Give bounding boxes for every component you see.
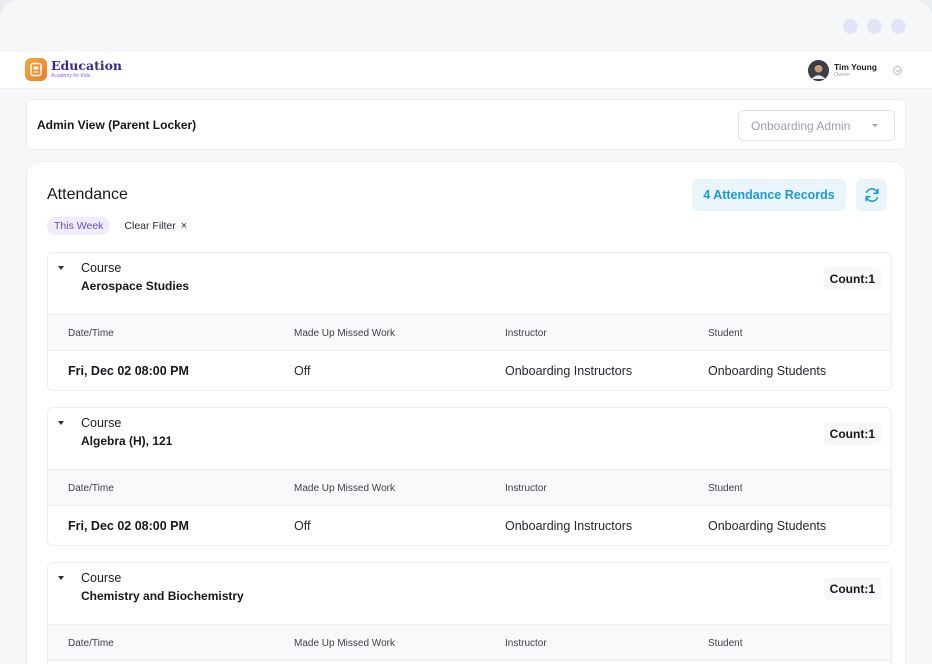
brand-logo[interactable]: Education Academy for Kids — [25, 58, 122, 81]
clear-filter-label: Clear Filter — [124, 220, 176, 232]
course-label: Course — [81, 261, 122, 275]
attendance-card: Attendance 4 Attendance Records This Wee… — [26, 161, 906, 664]
cell-datetime: Fri, Dec 02 08:00 PM — [68, 519, 189, 533]
column-header-student: Student — [708, 328, 743, 339]
course-group-header[interactable]: Course Algebra (H), 121 Count:1 — [48, 408, 891, 469]
column-header-datetime: Date/Time — [68, 638, 114, 649]
course-group: Course Chemistry and Biochemistry Count:… — [47, 562, 892, 664]
refresh-button[interactable] — [856, 179, 887, 211]
column-header-made-up: Made Up Missed Work — [294, 638, 395, 649]
course-group-header[interactable]: Course Aerospace Studies Count:1 — [48, 253, 891, 314]
collapse-toggle-icon[interactable] — [58, 576, 64, 580]
user-name: Tim Young — [834, 61, 877, 72]
window-dot-2[interactable] — [867, 19, 882, 34]
chevron-down-icon[interactable] — [893, 66, 902, 75]
admin-role-select-value: Onboarding Admin — [751, 118, 851, 133]
cell-instructor: Onboarding Instructors — [505, 364, 633, 378]
column-header-made-up: Made Up Missed Work — [294, 483, 395, 494]
count-badge: Count:1 — [823, 267, 881, 290]
avatar — [808, 60, 830, 81]
clear-filter-button[interactable]: Clear Filter × — [124, 220, 187, 232]
course-name: Aerospace Studies — [81, 279, 190, 293]
table-header: Date/Time Made Up Missed Work Instructor… — [48, 469, 891, 506]
course-name: Algebra (H), 121 — [81, 434, 173, 448]
window-controls — [843, 19, 906, 34]
window-titlebar — [0, 0, 932, 52]
logo-icon — [25, 58, 47, 81]
brand-subtitle: Academy for Kids — [51, 72, 91, 79]
table-header: Date/Time Made Up Missed Work Instructor… — [48, 624, 891, 661]
column-header-datetime: Date/Time — [68, 483, 114, 494]
admin-view-bar: Admin View (Parent Locker) Onboarding Ad… — [26, 99, 906, 150]
column-header-instructor: Instructor — [505, 328, 547, 339]
filter-chip-this-week[interactable]: This Week — [47, 217, 111, 235]
column-header-instructor: Instructor — [505, 483, 547, 494]
collapse-toggle-icon[interactable] — [58, 421, 64, 425]
filter-row: This Week Clear Filter × — [47, 217, 187, 235]
cell-student: Onboarding Students — [708, 364, 827, 378]
caret-down-icon — [872, 124, 878, 127]
window-dot-3[interactable] — [891, 19, 906, 34]
course-group: Course Algebra (H), 121 Count:1 Date/Tim… — [47, 407, 892, 546]
cell-made-up: Off — [294, 519, 311, 533]
course-label: Course — [81, 416, 122, 430]
column-header-datetime: Date/Time — [68, 328, 114, 339]
user-role: Owner — [834, 72, 851, 78]
count-badge: Count:1 — [823, 422, 881, 445]
cell-instructor: Onboarding Instructors — [505, 519, 633, 533]
user-profile[interactable]: Tim Young Owner — [808, 60, 902, 81]
page-title: Attendance — [47, 186, 128, 203]
admin-view-title: Admin View (Parent Locker) — [37, 118, 197, 132]
admin-role-select[interactable]: Onboarding Admin — [738, 110, 895, 141]
column-header-made-up: Made Up Missed Work — [294, 328, 395, 339]
collapse-toggle-icon[interactable] — [58, 266, 64, 270]
cell-student: Onboarding Students — [708, 519, 827, 533]
brand-title: Education — [51, 58, 123, 74]
column-header-instructor: Instructor — [505, 638, 547, 649]
course-name: Chemistry and Biochemistry — [81, 589, 244, 603]
course-group: Course Aerospace Studies Count:1 Date/Ti… — [47, 252, 892, 391]
column-header-student: Student — [708, 483, 743, 494]
attendance-records-button[interactable]: 4 Attendance Records — [692, 179, 846, 211]
refresh-icon — [864, 188, 879, 202]
course-label: Course — [81, 571, 122, 585]
top-navbar: Education Academy for Kids Tim Young Own… — [0, 52, 932, 89]
table-row[interactable]: Fri, Dec 02 08:00 PM Off Onboarding Inst… — [48, 351, 891, 390]
close-icon: × — [180, 220, 188, 232]
window-dot-1[interactable] — [843, 19, 858, 34]
cell-made-up: Off — [294, 364, 311, 378]
table-header: Date/Time Made Up Missed Work Instructor… — [48, 314, 891, 351]
column-header-student: Student — [708, 638, 743, 649]
count-badge: Count:1 — [823, 577, 881, 600]
table-row[interactable]: Fri, Dec 02 08:00 PM Off Onboarding Inst… — [48, 506, 891, 545]
cell-datetime: Fri, Dec 02 08:00 PM — [68, 364, 189, 378]
app-window: Education Academy for Kids Tim Young Own… — [0, 0, 932, 664]
course-group-header[interactable]: Course Chemistry and Biochemistry Count:… — [48, 563, 891, 624]
